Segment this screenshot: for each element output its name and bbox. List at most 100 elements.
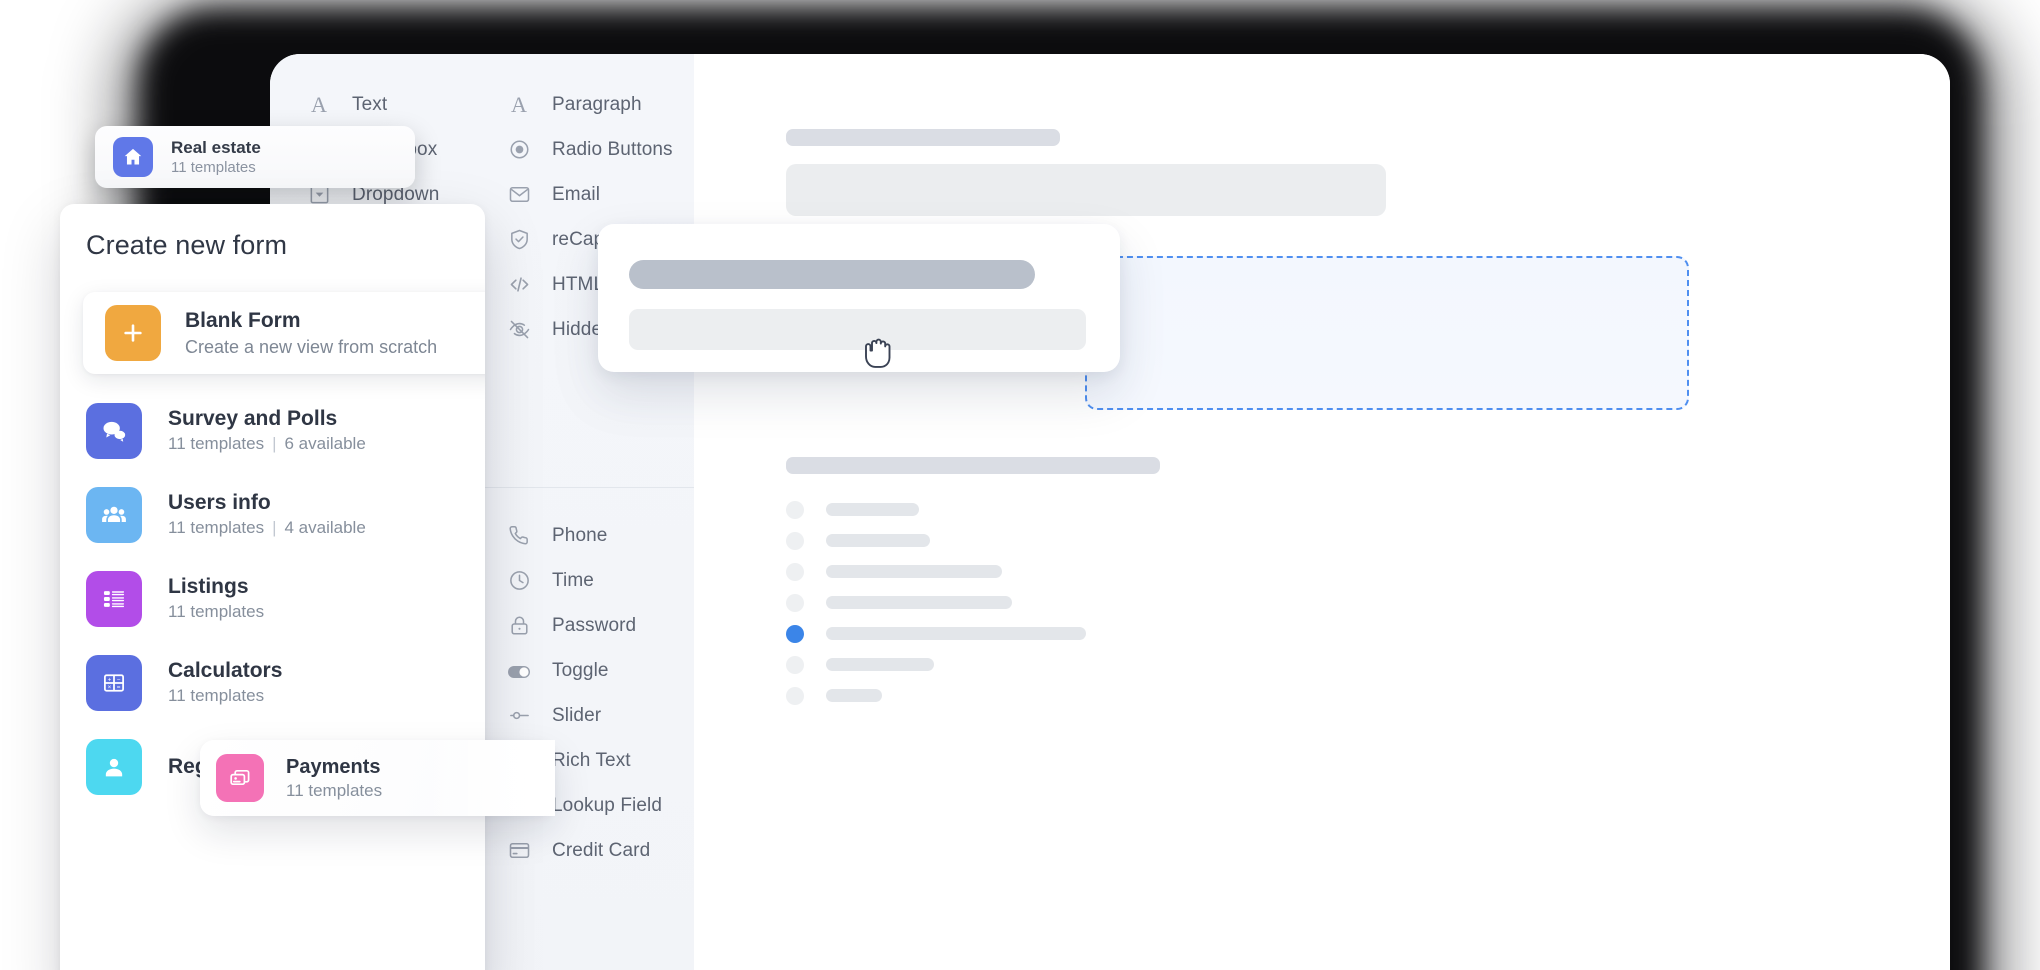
- radio-dot: [786, 655, 804, 674]
- eye-off-icon: [506, 317, 532, 343]
- chip-subtitle: 11 templates: [171, 158, 256, 176]
- placeholder-radio-row: [786, 525, 1086, 556]
- field-type-slider[interactable]: Slider: [506, 693, 702, 738]
- field-type-text[interactable]: A Text: [306, 82, 492, 127]
- page-title: Create new form: [86, 230, 288, 260]
- tooltip-fade: [415, 740, 555, 816]
- category-meta: 11 templates: [168, 684, 282, 709]
- category-available-count: 6 available: [284, 434, 366, 454]
- shield-check-icon: [506, 227, 532, 253]
- list-icon: [86, 571, 142, 627]
- blank-form-card[interactable]: Blank Form Create a new view from scratc…: [83, 292, 485, 374]
- category-text: Calculators 11 templates: [168, 657, 282, 709]
- field-type-label: Toggle: [552, 659, 609, 681]
- field-type-radio-buttons[interactable]: Radio Buttons: [506, 127, 702, 172]
- placeholder-radio-row-selected: [786, 618, 1086, 649]
- category-templates-count: 11 templates: [168, 434, 265, 454]
- chip-title: Real estate: [171, 137, 261, 157]
- category-listings[interactable]: Listings 11 templates: [86, 557, 485, 641]
- radio-label-bar: [826, 689, 882, 702]
- field-type-label: Time: [552, 569, 594, 591]
- chat-bubbles-icon: [86, 403, 142, 459]
- chevron-right-icon[interactable]: [480, 505, 485, 525]
- lock-icon: [506, 613, 532, 639]
- field-type-label: Text: [352, 93, 388, 115]
- screenshot-stage: A Text Checkbox Dropdown: [0, 0, 2040, 970]
- blank-form-text: Blank Form Create a new view from scratc…: [185, 307, 437, 359]
- placeholder-radio-list: [786, 494, 1086, 711]
- blank-form-title: Blank Form: [185, 309, 301, 333]
- placeholder-radio-row: [786, 649, 1086, 680]
- category-meta: 11 templates: [168, 600, 264, 625]
- field-type-label: Radio Buttons: [552, 138, 673, 160]
- field-type-toggle[interactable]: Toggle: [506, 648, 702, 693]
- category-templates-count: 11 templates: [168, 602, 265, 622]
- real-estate-chip[interactable]: Real estate 11 templates: [95, 126, 415, 188]
- drag-card-title-bar: [629, 260, 1035, 289]
- radio-label-bar: [826, 565, 1002, 578]
- field-type-email[interactable]: Email: [506, 172, 702, 217]
- drag-preview-card[interactable]: [598, 224, 1120, 372]
- svg-text:A: A: [311, 93, 327, 117]
- radio-label-bar: [826, 596, 1012, 609]
- radio-dot: [786, 531, 804, 550]
- placeholder-label: [786, 129, 1060, 146]
- chevron-right-icon[interactable]: [480, 673, 485, 693]
- drop-zone[interactable]: [1085, 256, 1689, 410]
- radio-dot-selected: [786, 624, 804, 643]
- radio-dot: [786, 686, 804, 705]
- field-type-label: Credit Card: [552, 839, 651, 861]
- category-title: Survey and Polls: [168, 407, 338, 431]
- category-title: Calculators: [168, 659, 283, 683]
- category-text: Users info 11 templates | 4 available: [168, 489, 366, 541]
- home-icon: [113, 137, 153, 177]
- svg-text:+: +: [108, 676, 112, 683]
- svg-text:×: ×: [108, 684, 112, 691]
- svg-text:−: −: [117, 676, 121, 683]
- category-available-count: 4 available: [284, 518, 366, 538]
- placeholder-radio-row: [786, 494, 1086, 525]
- clock-icon: [506, 568, 532, 594]
- payments-tooltip-card[interactable]: Payments 11 templates: [200, 740, 555, 816]
- payments-tooltip-text: Payments 11 templates: [286, 754, 382, 803]
- field-type-label: Rich Text: [552, 749, 631, 771]
- field-type-label: Password: [552, 614, 637, 636]
- field-type-time[interactable]: Time: [506, 558, 702, 603]
- field-type-paragraph[interactable]: A Paragraph: [506, 82, 702, 127]
- category-meta: 11 templates | 6 available: [168, 432, 366, 457]
- serif-a-icon: A: [506, 92, 532, 118]
- plus-icon: [105, 305, 161, 361]
- field-type-label: Email: [552, 183, 601, 205]
- field-type-phone[interactable]: Phone: [506, 513, 702, 558]
- field-type-label: Slider: [552, 704, 602, 726]
- chevron-right-icon[interactable]: [480, 589, 485, 609]
- payments-title: Payments: [286, 755, 381, 778]
- category-survey-and-polls[interactable]: Survey and Polls 11 templates | 6 availabl…: [86, 389, 485, 473]
- field-type-label: Phone: [552, 524, 608, 546]
- chevron-right-icon[interactable]: [480, 421, 485, 441]
- category-users-info[interactable]: Users info 11 templates | 4 available: [86, 473, 485, 557]
- code-icon: [506, 272, 532, 298]
- category-separator: |: [272, 434, 277, 454]
- radio-label-bar: [826, 627, 1086, 640]
- credit-card-icon: [216, 754, 264, 802]
- category-title: Listings: [168, 575, 249, 599]
- field-type-credit-card[interactable]: Credit Card: [506, 828, 702, 873]
- form-canvas: [694, 54, 1950, 970]
- placeholder-radio-row: [786, 587, 1086, 618]
- placeholder-input: [786, 164, 1386, 216]
- category-meta: 11 templates | 4 available: [168, 516, 366, 541]
- radio-dot: [786, 562, 804, 581]
- radio-label-bar: [826, 658, 934, 671]
- category-templates-count: 11 templates: [168, 518, 265, 538]
- svg-text:=: =: [117, 684, 121, 691]
- create-new-form-panel: Create new form Blank Form Create a new …: [60, 204, 485, 970]
- calculator-icon: + − × =: [86, 655, 142, 711]
- radio-label-bar: [826, 503, 919, 516]
- field-type-password[interactable]: Password: [506, 603, 702, 648]
- category-text: Listings 11 templates: [168, 573, 264, 625]
- credit-card-icon: [506, 838, 532, 864]
- serif-a-icon: A: [306, 92, 332, 118]
- category-calculators[interactable]: + − × = Calculators 11 templates: [86, 641, 485, 725]
- phone-icon: [506, 523, 532, 549]
